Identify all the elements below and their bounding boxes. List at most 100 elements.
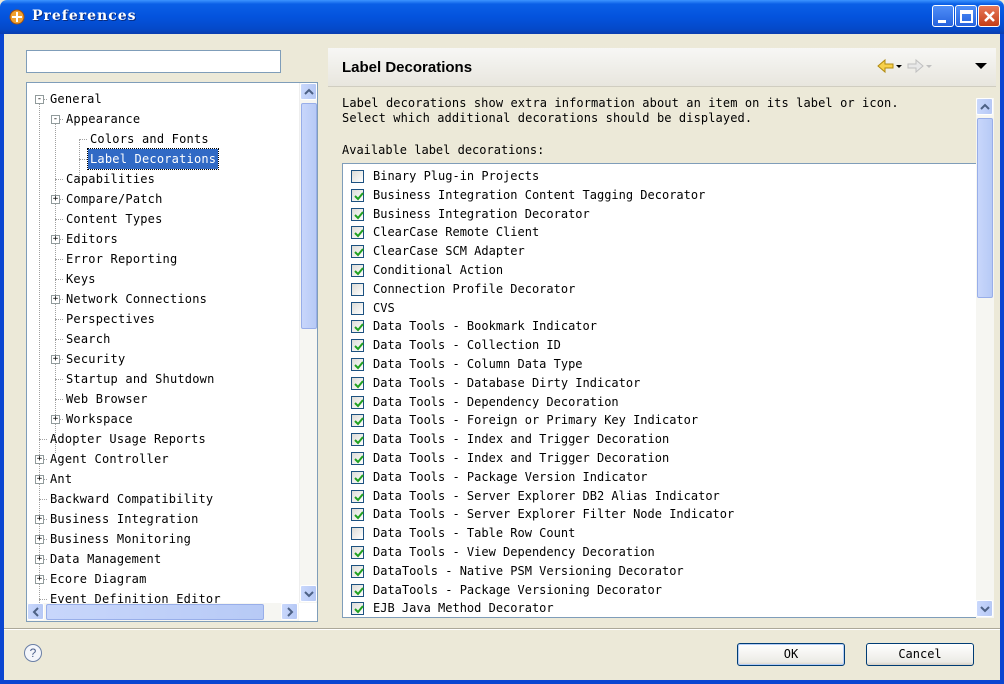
tree-item[interactable]: Workspace: [64, 409, 135, 429]
decoration-checkbox[interactable]: [351, 358, 364, 371]
tree-item[interactable]: Search: [64, 329, 113, 349]
minimize-button[interactable]: [932, 5, 954, 27]
close-button[interactable]: [978, 5, 1000, 27]
page-scroll-down-button[interactable]: [976, 600, 993, 617]
expand-icon[interactable]: +: [51, 235, 60, 244]
expand-icon[interactable]: +: [35, 535, 44, 544]
decoration-checkbox[interactable]: [351, 301, 364, 315]
title-bar[interactable]: Preferences: [0, 0, 1004, 34]
decoration-item[interactable]: Data Tools - Server Explorer Filter Node…: [351, 505, 951, 524]
decoration-checkbox[interactable]: [351, 433, 364, 447]
tree-item[interactable]: Colors and Fonts: [88, 129, 211, 149]
expand-icon[interactable]: +: [51, 295, 60, 304]
decoration-checkbox[interactable]: [351, 508, 364, 522]
decoration-checkbox[interactable]: [351, 602, 364, 616]
scroll-left-button[interactable]: [27, 603, 44, 620]
page-scroll-up-button[interactable]: [976, 98, 993, 115]
decoration-item[interactable]: Data Tools - Collection ID: [351, 336, 951, 355]
decoration-checkbox[interactable]: [351, 414, 364, 428]
ok-button[interactable]: OK: [737, 643, 845, 666]
decoration-checkbox[interactable]: [351, 264, 364, 277]
decoration-item[interactable]: Data Tools - Index and Trigger Decoratio…: [351, 449, 951, 468]
decoration-checkbox[interactable]: [351, 452, 364, 465]
tree-item[interactable]: Perspectives: [64, 309, 157, 329]
decoration-item[interactable]: CVS: [351, 299, 951, 318]
expand-icon[interactable]: +: [35, 455, 44, 464]
view-menu-icon[interactable]: [974, 58, 988, 77]
decoration-checkbox[interactable]: [351, 546, 364, 559]
tree-item[interactable]: Security: [64, 349, 127, 369]
expand-icon[interactable]: +: [51, 415, 60, 424]
tree-horizontal-scrollbar[interactable]: [27, 603, 299, 621]
tree-item[interactable]: Keys: [64, 269, 98, 289]
tree-item[interactable]: Compare/Patch: [64, 189, 165, 209]
decoration-checkbox[interactable]: [351, 320, 364, 334]
decoration-checkbox[interactable]: [351, 395, 364, 409]
decoration-item[interactable]: Data Tools - Bookmark Indicator: [351, 317, 951, 336]
decoration-item[interactable]: Conditional Action: [351, 261, 951, 280]
expand-icon[interactable]: +: [35, 575, 44, 584]
decoration-checkbox[interactable]: [351, 226, 364, 240]
tree-item[interactable]: Ant: [48, 469, 74, 489]
decoration-item[interactable]: ClearCase Remote Client: [351, 223, 951, 242]
tree-item[interactable]: Content Types: [64, 209, 165, 229]
tree-item[interactable]: Label Decorations: [86, 148, 220, 170]
filter-input[interactable]: [26, 50, 281, 73]
decoration-item[interactable]: Data Tools - Package Version Indicator: [351, 468, 951, 487]
preferences-tree[interactable]: - General - Appearance Colors and Fonts Label…: [26, 82, 318, 622]
decoration-item[interactable]: Business Integration Decorator: [351, 205, 951, 224]
decoration-item[interactable]: Binary Plug-in Projects: [351, 167, 951, 186]
decoration-item[interactable]: Data Tools - Dependency Decoration: [351, 393, 951, 412]
collapse-icon[interactable]: -: [35, 95, 44, 104]
help-icon[interactable]: ?: [24, 644, 42, 662]
maximize-button[interactable]: [955, 5, 977, 27]
cancel-button[interactable]: Cancel: [866, 643, 974, 666]
tree-item[interactable]: Data Management: [48, 549, 163, 569]
decoration-checkbox[interactable]: [351, 470, 364, 484]
expand-icon[interactable]: +: [51, 355, 60, 364]
expand-icon[interactable]: +: [51, 195, 60, 204]
expand-icon[interactable]: +: [35, 555, 44, 564]
tree-item[interactable]: Agent Controller: [48, 449, 171, 469]
decoration-checkbox[interactable]: [351, 245, 364, 259]
decoration-checkbox[interactable]: [351, 564, 364, 578]
decoration-checkbox[interactable]: [351, 188, 364, 202]
forward-arrow-icon[interactable]: [906, 58, 932, 77]
scroll-up-button[interactable]: [300, 83, 317, 100]
tree-hscroll-thumb[interactable]: [46, 604, 264, 620]
tree-item[interactable]: Backward Compatibility: [48, 489, 215, 509]
decoration-checkbox[interactable]: [351, 527, 364, 541]
decoration-item[interactable]: Data Tools - Index and Trigger Decoratio…: [351, 430, 951, 449]
tree-item[interactable]: Business Integration: [48, 509, 201, 529]
decoration-item[interactable]: EJB Java Method Decorator: [351, 599, 951, 617]
decoration-checkbox[interactable]: [351, 489, 364, 503]
tree-item[interactable]: Network Connections: [64, 289, 209, 309]
decoration-checkbox[interactable]: [351, 282, 364, 296]
decorations-list[interactable]: Binary Plug-in Projects Business Integrat…: [342, 163, 978, 618]
tree-item[interactable]: Startup and Shutdown: [64, 369, 217, 389]
tree-item[interactable]: Business Monitoring: [48, 529, 193, 549]
decoration-item[interactable]: Data Tools - Table Row Count: [351, 524, 951, 543]
expand-icon[interactable]: +: [35, 475, 44, 484]
decoration-checkbox[interactable]: [351, 583, 364, 597]
tree-item[interactable]: Capabilities: [64, 169, 157, 189]
decoration-checkbox[interactable]: [351, 170, 364, 183]
tree-item[interactable]: Editors: [64, 229, 120, 249]
page-scroll-thumb[interactable]: [977, 118, 993, 298]
tree-item[interactable]: Appearance: [64, 109, 142, 129]
scroll-right-button[interactable]: [281, 603, 298, 620]
collapse-icon[interactable]: -: [51, 115, 60, 124]
decoration-checkbox[interactable]: [351, 376, 364, 390]
expand-icon[interactable]: +: [35, 515, 44, 524]
decoration-checkbox[interactable]: [351, 207, 364, 221]
tree-item[interactable]: Ecore Diagram: [48, 569, 149, 589]
tree-item[interactable]: Event Definition Editor: [48, 589, 223, 603]
decoration-checkbox[interactable]: [351, 339, 364, 353]
tree-item[interactable]: General: [48, 89, 104, 109]
decoration-item[interactable]: Data Tools - Column Data Type: [351, 355, 951, 374]
decoration-item[interactable]: Business Integration Content Tagging Dec…: [351, 186, 951, 205]
decoration-item[interactable]: DataTools - Package Versioning Decorator: [351, 581, 951, 600]
decoration-item[interactable]: Connection Profile Decorator: [351, 280, 951, 299]
page-vertical-scrollbar[interactable]: [976, 98, 994, 618]
decoration-item[interactable]: Data Tools - Database Dirty Indicator: [351, 374, 951, 393]
